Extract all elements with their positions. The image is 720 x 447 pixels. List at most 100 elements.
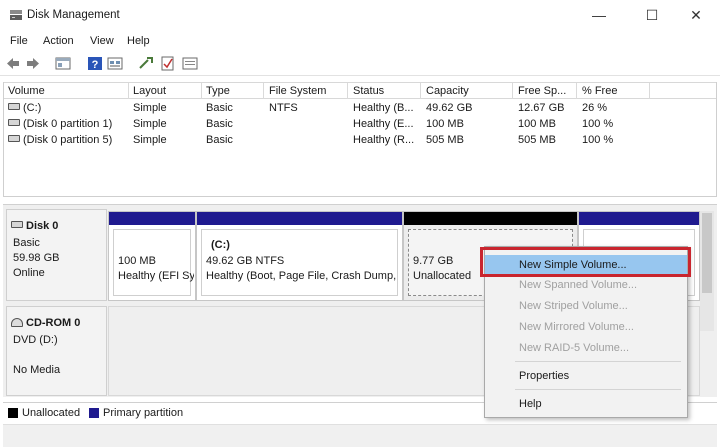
free-space-cell: 12.67 GB — [518, 102, 565, 114]
layout-cell: Simple — [133, 134, 167, 146]
toolbar: ? — [0, 52, 720, 76]
capacity-cell: 49.62 GB — [426, 102, 473, 114]
minimize-button[interactable]: — — [579, 4, 619, 26]
unallocated-size: 9.77 GB — [413, 255, 454, 267]
column-header-layout[interactable]: Layout — [133, 85, 166, 97]
column-header-type[interactable]: Type — [206, 85, 230, 97]
file-system-cell: NTFS — [269, 102, 298, 114]
status-cell: Healthy (B... — [353, 102, 414, 114]
percent-free-cell: 100 % — [582, 134, 614, 146]
refresh-icon[interactable] — [182, 56, 198, 71]
help-icon[interactable]: ? — [87, 56, 103, 71]
column-header-file-system[interactable]: File System — [269, 85, 326, 97]
menu-help[interactable]: Help — [127, 35, 150, 47]
window-title: Disk Management — [27, 9, 120, 21]
capacity-cell: 505 MB — [426, 134, 464, 146]
scrollbar-thumb[interactable] — [702, 213, 712, 293]
disk-0-status: Online — [13, 267, 45, 279]
volume-cell: (C:) — [8, 102, 41, 114]
layout-cell: Simple — [133, 102, 167, 114]
primary-partition-swatch — [89, 408, 99, 418]
disk-management-icon — [10, 10, 22, 20]
volume-cell: (Disk 0 partition 1) — [8, 118, 112, 130]
legend-primary-partition: Primary partition — [103, 407, 184, 419]
menu-file[interactable]: File — [10, 35, 28, 47]
volume-list: Volume Layout Type File System Status Ca… — [3, 82, 717, 197]
menu-item-properties[interactable]: Properties — [485, 366, 687, 386]
partition-status: Healthy (Boot, Page File, Crash Dump, — [206, 270, 397, 282]
unallocated-swatch — [8, 408, 18, 418]
title-bar: Disk Management — ☐ ✕ — [0, 0, 720, 30]
table-row[interactable]: (Disk 0 partition 1) Simple Basic Health… — [4, 117, 716, 133]
column-header-capacity[interactable]: Capacity — [426, 85, 469, 97]
drive-icon — [8, 135, 20, 142]
percent-free-cell: 26 % — [582, 102, 608, 114]
partition-c-body: (C:) 49.62 GB NTFS Healthy (Boot, Page F… — [201, 229, 398, 296]
unallocated-band — [404, 212, 577, 225]
console-tree-icon[interactable] — [55, 56, 71, 71]
menu-separator — [515, 361, 681, 362]
drive-icon — [8, 119, 20, 126]
partition-status: Healthy (EFI Sy — [118, 270, 194, 282]
partition-efi-body: 100 MB Healthy (EFI Sy — [113, 229, 194, 296]
hard-disk-icon — [11, 221, 23, 228]
unallocated-label: Unallocated — [413, 270, 472, 282]
capacity-cell: 100 MB — [426, 118, 464, 130]
volume-cell: (Disk 0 partition 5) — [8, 134, 112, 146]
legend-unallocated: Unallocated — [22, 407, 81, 419]
percent-free-cell: 100 % — [582, 118, 614, 130]
forward-arrow-icon[interactable] — [25, 56, 41, 71]
cdrom-0-media: No Media — [13, 364, 61, 376]
column-header-free-space[interactable]: Free Sp... — [518, 85, 566, 97]
close-button[interactable]: ✕ — [676, 4, 716, 26]
cdrom-0-drive: DVD (D:) — [13, 334, 58, 346]
layout-cell: Simple — [133, 118, 167, 130]
type-cell: Basic — [206, 118, 233, 130]
partition-size: 49.62 GB NTFS — [206, 255, 285, 267]
cdrom-0-title: CD-ROM 0 — [11, 317, 80, 329]
drive-icon — [8, 103, 20, 110]
maximize-button[interactable]: ☐ — [632, 4, 672, 26]
back-arrow-icon[interactable] — [5, 56, 21, 71]
status-bar — [3, 424, 717, 447]
partition-size: 100 MB — [118, 255, 156, 267]
type-cell: Basic — [206, 102, 233, 114]
disk-0-type: Basic — [13, 237, 40, 249]
column-header-percent-free[interactable]: % Free — [582, 85, 617, 97]
volume-list-header: Volume Layout Type File System Status Ca… — [4, 82, 716, 99]
disk-0-title: Disk 0 — [11, 220, 58, 232]
table-row[interactable]: (C:) Simple Basic NTFS Healthy (B... 49.… — [4, 101, 716, 117]
status-cell: Healthy (R... — [353, 134, 415, 146]
column-header-volume[interactable]: Volume — [8, 85, 45, 97]
free-space-cell: 100 MB — [518, 118, 556, 130]
primary-partition-band — [197, 212, 402, 225]
cdrom-0-label[interactable]: CD-ROM 0 DVD (D:) No Media — [6, 306, 107, 396]
menu-action[interactable]: Action — [43, 35, 74, 47]
partition-efi[interactable]: 100 MB Healthy (EFI Sy — [108, 211, 196, 301]
menu-view[interactable]: View — [90, 35, 114, 47]
primary-partition-band — [579, 212, 699, 225]
menu-item-new-raid5-volume: New RAID-5 Volume... — [519, 342, 630, 354]
disk-0-label[interactable]: Disk 0 Basic 59.98 GB Online — [6, 209, 107, 301]
partition-name: (C:) — [211, 239, 230, 251]
column-header-status[interactable]: Status — [353, 85, 384, 97]
partition-c[interactable]: (C:) 49.62 GB NTFS Healthy (Boot, Page F… — [196, 211, 403, 301]
free-space-cell: 505 MB — [518, 134, 556, 146]
table-row[interactable]: (Disk 0 partition 5) Simple Basic Health… — [4, 133, 716, 149]
primary-partition-band — [109, 212, 195, 225]
menu-item-new-striped-volume: New Striped Volume... — [519, 300, 628, 312]
vertical-scrollbar[interactable] — [700, 211, 714, 331]
status-cell: Healthy (E... — [353, 118, 414, 130]
type-cell: Basic — [206, 134, 233, 146]
menu-item-help[interactable]: Help — [485, 394, 687, 414]
svg-text:?: ? — [92, 59, 99, 71]
menu-separator — [515, 389, 681, 390]
properties-icon[interactable] — [107, 56, 123, 71]
rescan-icon[interactable] — [138, 56, 154, 71]
highlight-callout — [480, 247, 691, 277]
disk-0-size: 59.98 GB — [13, 252, 60, 264]
menu-item-new-spanned-volume: New Spanned Volume... — [519, 279, 638, 291]
menu-item-new-mirrored-volume: New Mirrored Volume... — [519, 321, 634, 333]
check-icon[interactable] — [160, 56, 176, 71]
cd-drive-icon — [11, 318, 23, 327]
